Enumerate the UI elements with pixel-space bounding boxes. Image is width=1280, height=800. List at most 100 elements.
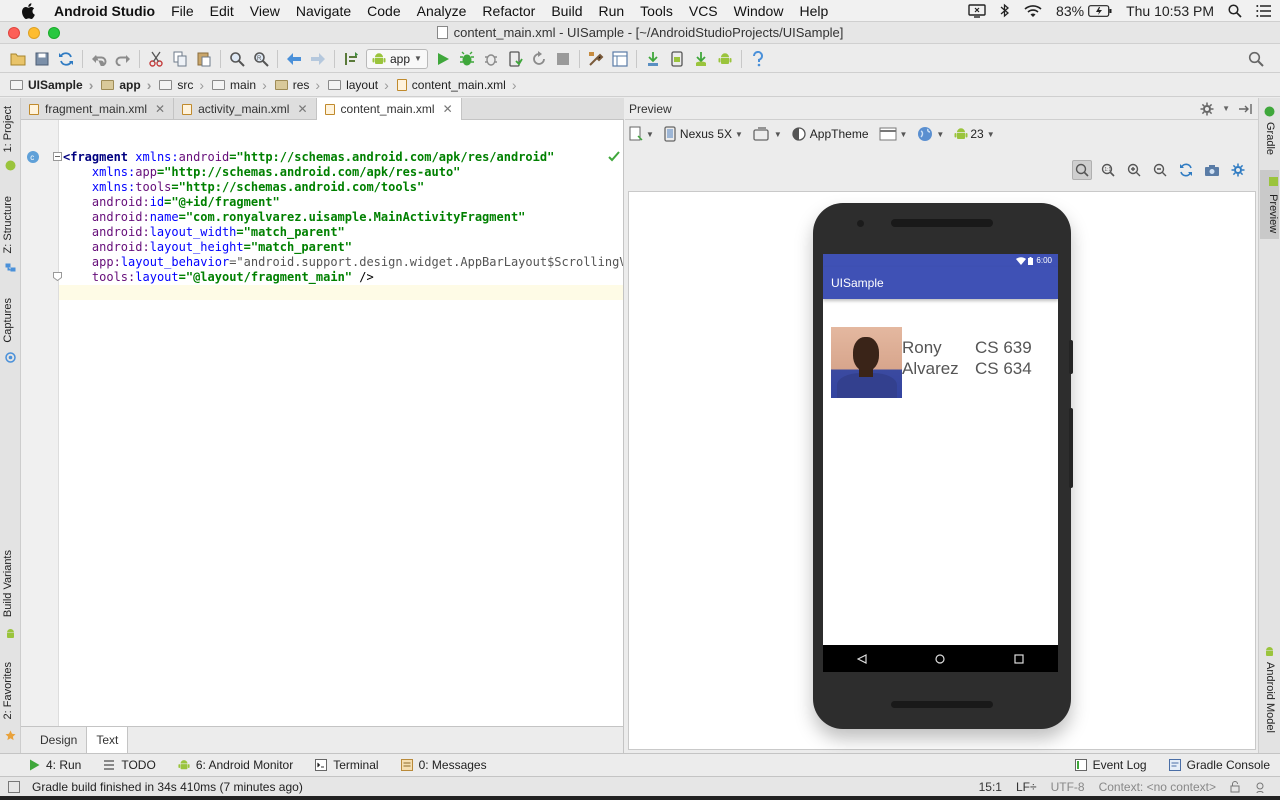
help-icon[interactable] — [748, 49, 768, 69]
zoom-window-button[interactable] — [48, 27, 60, 39]
captures-tool-tab[interactable]: Captures — [2, 298, 14, 343]
theme-button[interactable]: AppTheme — [792, 127, 869, 141]
menu-build[interactable]: Build — [543, 0, 590, 22]
menu-edit[interactable]: Edit — [202, 0, 242, 22]
design-surface-dropdown[interactable]: ▼ — [629, 126, 654, 142]
make-project-icon[interactable] — [341, 49, 361, 69]
caret-position[interactable]: 15:1 — [979, 780, 1002, 794]
tab-content-main[interactable]: content_main.xml ✕ — [316, 98, 462, 120]
android-device-monitor-icon[interactable] — [715, 49, 735, 69]
rerun-icon[interactable] — [529, 49, 549, 69]
layout-editor-icon[interactable] — [610, 49, 630, 69]
close-window-button[interactable] — [8, 27, 20, 39]
undo-icon[interactable] — [89, 49, 109, 69]
avd-manager-icon[interactable] — [667, 49, 687, 69]
todo-tool-button[interactable]: TODO — [103, 758, 156, 772]
gear-icon[interactable] — [1200, 102, 1214, 116]
menu-help[interactable]: Help — [791, 0, 836, 22]
status-message[interactable]: Gradle build finished in 34s 410ms (7 mi… — [32, 780, 303, 794]
recents-square-icon[interactable] — [1014, 653, 1024, 664]
breadcrumb-app[interactable]: app › — [99, 74, 157, 97]
display-icon[interactable] — [968, 3, 986, 18]
paste-icon[interactable] — [194, 49, 214, 69]
breadcrumb-res[interactable]: res › — [273, 74, 326, 97]
hide-panel-icon[interactable] — [1238, 103, 1252, 115]
menu-view[interactable]: View — [242, 0, 288, 22]
bluetooth-icon[interactable] — [1000, 3, 1010, 18]
menu-app-name[interactable]: Android Studio — [46, 0, 163, 22]
menu-tools[interactable]: Tools — [632, 0, 681, 22]
breadcrumb-project[interactable]: UISample › — [8, 74, 99, 97]
menu-code[interactable]: Code — [359, 0, 408, 22]
project-tool-tab[interactable]: 1: Project — [2, 106, 14, 152]
structure-tool-tab[interactable]: Z: Structure — [2, 196, 14, 253]
attach-debugger-icon[interactable] — [481, 49, 501, 69]
notification-center-icon[interactable] — [1256, 4, 1272, 17]
activity-dropdown[interactable]: ▼ — [879, 127, 907, 141]
breadcrumb-src[interactable]: src › — [157, 74, 210, 97]
context-indicator[interactable]: Context: <no context> — [1099, 780, 1216, 794]
gradle-tool-tab[interactable]: Gradle — [1264, 122, 1276, 155]
preview-tool-tab[interactable]: Preview — [1260, 170, 1279, 240]
close-icon[interactable]: ✕ — [155, 102, 165, 116]
profile-photo[interactable] — [831, 327, 902, 398]
spotlight-icon[interactable] — [1228, 3, 1242, 18]
lock-icon[interactable] — [1230, 780, 1240, 793]
replace-icon[interactable]: R — [251, 49, 271, 69]
copy-icon[interactable] — [170, 49, 190, 69]
menu-window[interactable]: Window — [726, 0, 792, 22]
battery-icon[interactable] — [1088, 4, 1112, 17]
build-variants-tool-tab[interactable]: Build Variants — [2, 550, 14, 617]
cut-icon[interactable] — [146, 49, 166, 69]
code-editor[interactable]: c <fragment xmlns:android="http://schema… — [21, 120, 624, 726]
menu-navigate[interactable]: Navigate — [288, 0, 359, 22]
preview-canvas[interactable]: 6:00 UISample Rony Alvarez CS 639 CS 634 — [628, 191, 1256, 750]
minimize-window-button[interactable] — [28, 27, 40, 39]
menu-file[interactable]: File — [163, 0, 202, 22]
orientation-dropdown[interactable]: ▼ — [753, 127, 782, 141]
api-level-dropdown[interactable]: 23 ▼ — [954, 127, 995, 141]
file-encoding[interactable]: UTF-8 — [1051, 780, 1085, 794]
breadcrumb-layout[interactable]: layout › — [326, 74, 395, 97]
forward-icon[interactable] — [308, 49, 328, 69]
favorites-tool-tab[interactable]: 2: Favorites — [2, 662, 14, 719]
sdk-manager-icon[interactable] — [691, 49, 711, 69]
menu-refactor[interactable]: Refactor — [474, 0, 543, 22]
sync-gradle-icon[interactable] — [643, 49, 663, 69]
close-icon[interactable]: ✕ — [443, 102, 453, 116]
find-icon[interactable] — [227, 49, 247, 69]
open-folder-icon[interactable] — [8, 49, 28, 69]
event-log-tool-button[interactable]: Event Log — [1074, 758, 1147, 772]
tab-activity-main[interactable]: activity_main.xml ✕ — [174, 98, 317, 120]
line-separator[interactable]: LF÷ — [1016, 780, 1037, 794]
device-screen[interactable]: 6:00 UISample Rony Alvarez CS 639 CS 634 — [823, 254, 1058, 672]
apple-icon[interactable] — [18, 0, 38, 22]
back-icon[interactable] — [284, 49, 304, 69]
save-all-icon[interactable] — [32, 49, 52, 69]
apply-changes-icon[interactable] — [505, 49, 525, 69]
project-structure-icon[interactable] — [586, 49, 606, 69]
refresh-icon[interactable] — [1176, 160, 1196, 180]
preview-settings-icon[interactable] — [1228, 160, 1248, 180]
android-model-tool-tab[interactable]: Android Model — [1264, 662, 1276, 733]
run-config-dropdown[interactable]: app ▼ — [366, 48, 428, 69]
run-tool-button[interactable]: 4: Run — [28, 758, 81, 772]
zoom-actual-size-icon[interactable]: 1:1 — [1098, 160, 1118, 180]
camera-icon[interactable] — [1202, 160, 1222, 180]
code-content[interactable]: <fragment xmlns:android="http://schemas.… — [59, 150, 623, 300]
stop-icon[interactable] — [553, 49, 573, 69]
zoom-to-fit-icon[interactable] — [1072, 160, 1092, 180]
breadcrumb-file[interactable]: content_main.xml › — [395, 74, 523, 97]
zoom-in-icon[interactable] — [1124, 160, 1144, 180]
debug-icon[interactable] — [457, 49, 477, 69]
menu-run[interactable]: Run — [590, 0, 632, 22]
menubar-clock[interactable]: Thu 10:53 PM — [1126, 3, 1214, 19]
locale-dropdown[interactable]: ▼ — [917, 126, 944, 142]
wifi-icon[interactable] — [1024, 4, 1042, 18]
search-everywhere-icon[interactable] — [1246, 49, 1266, 69]
inspector-icon[interactable] — [1254, 781, 1266, 793]
run-icon[interactable] — [433, 49, 453, 69]
redo-icon[interactable] — [113, 49, 133, 69]
menu-vcs[interactable]: VCS — [681, 0, 726, 22]
gradle-console-tool-button[interactable]: Gradle Console — [1168, 758, 1270, 772]
